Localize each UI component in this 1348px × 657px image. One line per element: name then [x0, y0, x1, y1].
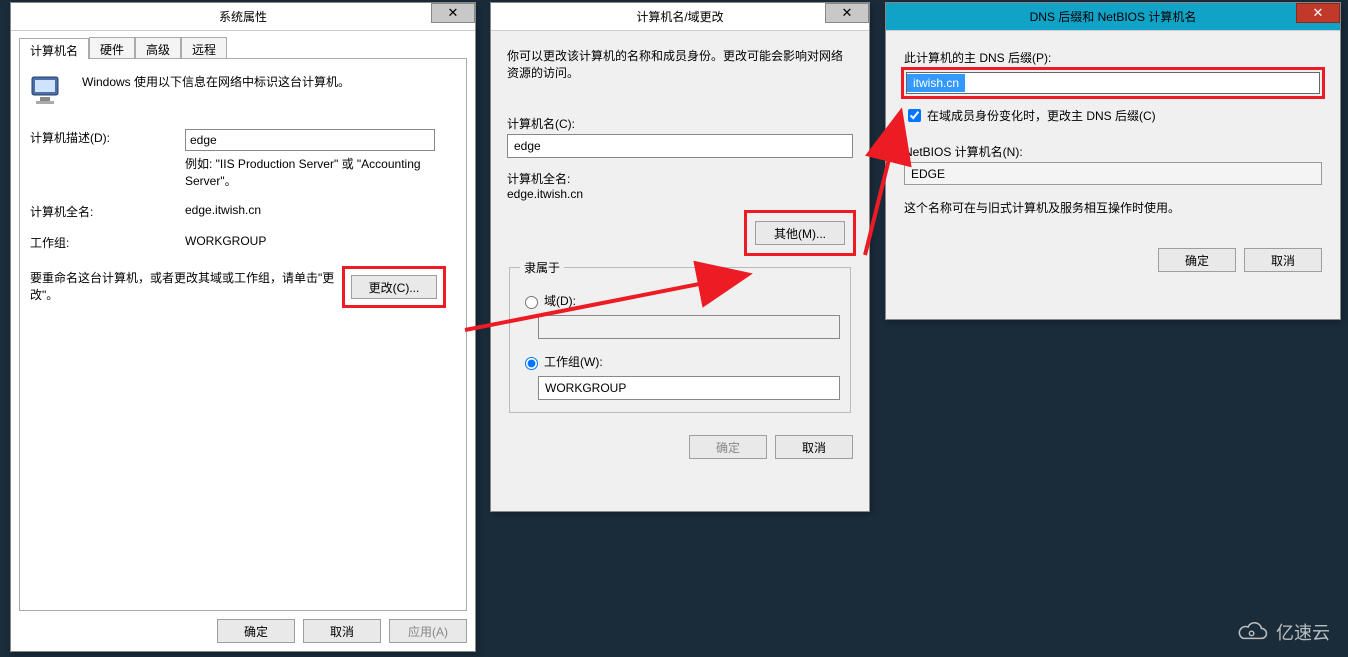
- domain-radio[interactable]: [525, 296, 538, 309]
- workgroup-label: 工作组(W):: [544, 353, 603, 370]
- workgroup-input[interactable]: [538, 376, 840, 400]
- titlebar: 系统属性 ✕: [11, 3, 475, 31]
- tab-strip: 计算机名 硬件 高级 远程: [19, 37, 467, 59]
- tab-computer-name[interactable]: 计算机名: [19, 38, 89, 59]
- change-suffix-checkbox[interactable]: [908, 109, 921, 122]
- rename-hint: 要重命名这台计算机，或者更改其域或工作组，请单击"更改"。: [30, 269, 345, 303]
- domain-label: 域(D):: [544, 292, 576, 309]
- workgroup-value: WORKGROUP: [185, 234, 456, 251]
- netbios-label: NetBIOS 计算机名(N):: [904, 143, 1322, 160]
- dialog-footer: 确定 取消 应用(A): [19, 611, 467, 643]
- cloud-icon: [1236, 621, 1270, 643]
- cancel-button[interactable]: 取消: [775, 435, 853, 459]
- system-properties-dialog: 系统属性 ✕ 计算机名 硬件 高级 远程 Windows 使用以下信息在网络中标…: [10, 2, 476, 652]
- fullname-label: 计算机全名:: [30, 203, 185, 220]
- ok-button[interactable]: 确定: [1158, 248, 1236, 272]
- dialog-title: 计算机名/域更改: [636, 8, 723, 25]
- tab-advanced[interactable]: 高级: [135, 37, 181, 58]
- intro-text: Windows 使用以下信息在网络中标识这台计算机。: [82, 73, 350, 90]
- netbios-input: [904, 162, 1322, 185]
- domain-input[interactable]: [538, 315, 840, 339]
- computer-icon: [30, 73, 70, 109]
- description-label: 计算机描述(D):: [30, 129, 185, 189]
- watermark-text: 亿速云: [1276, 619, 1330, 645]
- primary-dns-label: 此计算机的主 DNS 后缀(P):: [904, 49, 1322, 66]
- dns-suffix-netbios-dialog: DNS 后缀和 NetBIOS 计算机名 ✕ 此计算机的主 DNS 后缀(P):…: [885, 2, 1341, 320]
- computer-name-input[interactable]: [507, 134, 853, 158]
- watermark: 亿速云: [1236, 619, 1330, 645]
- apply-button[interactable]: 应用(A): [389, 619, 467, 643]
- workgroup-radio[interactable]: [525, 357, 538, 370]
- member-legend: 隶属于: [520, 259, 564, 276]
- primary-dns-input[interactable]: itwish.cn: [907, 74, 965, 92]
- titlebar: DNS 后缀和 NetBIOS 计算机名 ✕: [886, 3, 1340, 31]
- dialog-title: 系统属性: [219, 8, 267, 25]
- dialog-title: DNS 后缀和 NetBIOS 计算机名: [1030, 8, 1197, 25]
- netbios-note: 这个名称可在与旧式计算机及服务相互操作时使用。: [904, 199, 1322, 216]
- ok-button[interactable]: 确定: [217, 619, 295, 643]
- description-input[interactable]: [185, 129, 435, 151]
- fullname-value: edge.itwish.cn: [185, 203, 456, 220]
- cancel-button[interactable]: 取消: [303, 619, 381, 643]
- computer-name-label: 计算机名(C):: [507, 115, 853, 132]
- close-button[interactable]: ✕: [1296, 3, 1340, 23]
- ok-button[interactable]: 确定: [689, 435, 767, 459]
- fullname-label: 计算机全名:: [507, 170, 853, 187]
- change-button[interactable]: 更改(C)...: [351, 275, 437, 299]
- change-suffix-checkbox-row[interactable]: 在域成员身份变化时，更改主 DNS 后缀(C): [904, 106, 1322, 125]
- close-button[interactable]: ✕: [431, 3, 475, 23]
- tab-remote[interactable]: 远程: [181, 37, 227, 58]
- intro-text: 你可以更改该计算机的名称和成员身份。更改可能会影响对网络资源的访问。: [507, 47, 853, 81]
- workgroup-radio-row[interactable]: 工作组(W):: [520, 353, 840, 370]
- computer-name-domain-change-dialog: 计算机名/域更改 ✕ 你可以更改该计算机的名称和成员身份。更改可能会影响对网络资…: [490, 2, 870, 512]
- tab-hardware[interactable]: 硬件: [89, 37, 135, 58]
- more-button[interactable]: 其他(M)...: [755, 221, 845, 245]
- workgroup-label: 工作组:: [30, 234, 185, 251]
- member-of-group: 隶属于 域(D): 工作组(W):: [509, 259, 851, 413]
- change-suffix-label: 在域成员身份变化时，更改主 DNS 后缀(C): [927, 107, 1156, 124]
- domain-radio-row[interactable]: 域(D):: [520, 292, 840, 309]
- titlebar: 计算机名/域更改 ✕: [491, 3, 869, 31]
- close-button[interactable]: ✕: [825, 3, 869, 23]
- fullname-value: edge.itwish.cn: [507, 187, 853, 201]
- cancel-button[interactable]: 取消: [1244, 248, 1322, 272]
- description-hint: 例如: "IIS Production Server" 或 "Accountin…: [185, 155, 435, 189]
